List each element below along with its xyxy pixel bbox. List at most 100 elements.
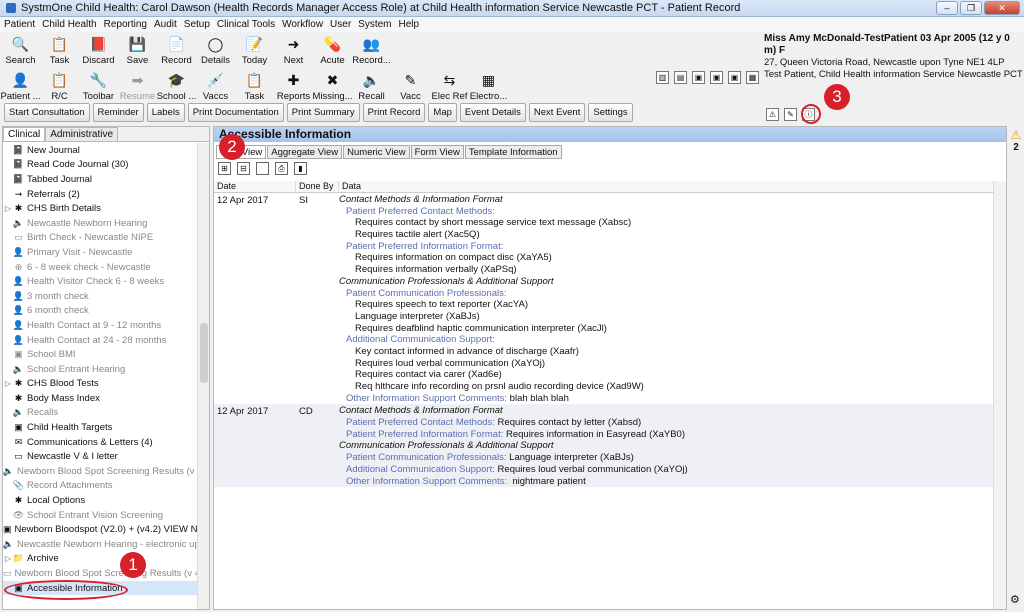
tree-item-school-entrant-vision-screening[interactable]: 👁 School Entrant Vision Screening bbox=[3, 508, 197, 523]
tree-item-newcastle-v-i-letter[interactable]: ▭ Newcastle V & I letter bbox=[3, 449, 197, 464]
tree-item-communications-letters-4[interactable]: ✉ Communications & Letters (4) bbox=[3, 435, 197, 450]
close-button[interactable]: ✕ bbox=[984, 1, 1020, 15]
toolbar-elec-ref-button[interactable]: ⇆ Elec Ref bbox=[430, 69, 469, 105]
toolbar-task-button[interactable]: 📋 Task bbox=[40, 33, 79, 69]
box3-icon[interactable]: ▣ bbox=[728, 71, 741, 84]
table-row[interactable]: 12 Apr 2017 SI Contact Methods & Informati… bbox=[214, 193, 994, 404]
tab-form-view[interactable]: Form View bbox=[410, 145, 464, 159]
menu-audit[interactable]: Audit bbox=[154, 19, 177, 30]
tree-item-newborn-blood-spot-screening-results-v-4[interactable]: 🔈 Newborn Blood Spot Screening Results (v… bbox=[3, 464, 197, 479]
warning-icon[interactable]: ⚠ bbox=[1008, 128, 1024, 142]
tab-aggregate-view[interactable]: Aggregate View bbox=[267, 145, 343, 159]
toolbar-next-button[interactable]: ➜ Next bbox=[274, 33, 313, 69]
print-documentation-button[interactable]: Print Documentation bbox=[187, 103, 284, 122]
column-data[interactable]: Data bbox=[339, 181, 994, 192]
expand-arrow-icon[interactable]: ▷ bbox=[3, 554, 13, 563]
maximize-button[interactable]: ❐ bbox=[960, 1, 982, 15]
pdf-icon[interactable]: ▤ bbox=[674, 71, 687, 84]
tree-item-chs-birth-details[interactable]: ▷ ✱ CHS Birth Details bbox=[3, 201, 197, 216]
toolbar-recall-button[interactable]: 🔈 Recall bbox=[352, 69, 391, 105]
next-event-button[interactable]: Next Event bbox=[528, 103, 586, 122]
column-date[interactable]: Date bbox=[214, 181, 296, 192]
tree-item-chs-blood-tests[interactable]: ▷ ✱ CHS Blood Tests bbox=[3, 377, 197, 392]
tree-item-school-entrant-hearing[interactable]: 🔈 School Entrant Hearing bbox=[3, 362, 197, 377]
tree-item-primary-visit-newcastle[interactable]: 👤 Primary Visit - Newcastle bbox=[3, 245, 197, 260]
menu-clinical-tools[interactable]: Clinical Tools bbox=[217, 19, 275, 30]
tree-item-health-contact-at-24-28-months[interactable]: 👤 Health Contact at 24 - 28 months bbox=[3, 333, 197, 348]
warning-flag-icon[interactable]: ⚠ bbox=[766, 108, 779, 121]
tab-numeric-view[interactable]: Numeric View bbox=[343, 145, 410, 159]
menu-workflow[interactable]: Workflow bbox=[282, 19, 323, 30]
tree-item-child-health-targets[interactable]: ▣ Child Health Targets bbox=[3, 420, 197, 435]
tree-item-6-8-week-check-newcastle[interactable]: ⊕ 6 - 8 week check - Newcastle bbox=[3, 260, 197, 275]
tree-item-new-journal[interactable]: 📓 New Journal bbox=[3, 143, 197, 158]
toolbar-toolbar-button[interactable]: 🔧 Toolbar bbox=[79, 69, 118, 105]
toolbar-school-button[interactable]: 🎓 School ... bbox=[157, 69, 197, 105]
tree-scrollbar-thumb[interactable] bbox=[200, 323, 208, 383]
tree-item-newcastle-newborn-hearing-electronic-upl[interactable]: 🔈 Newcastle Newborn Hearing - electronic … bbox=[3, 537, 197, 552]
print-record-button[interactable]: Print Record bbox=[362, 103, 426, 122]
record-scrollbar[interactable] bbox=[993, 181, 1006, 609]
print-icon[interactable]: ⎙ bbox=[275, 162, 288, 175]
column-done-by[interactable]: Done By bbox=[296, 181, 339, 192]
toolbar-vaccs-button[interactable]: 💉 Vaccs bbox=[196, 69, 235, 105]
toolbar-task-button[interactable]: 📋 Task bbox=[235, 69, 274, 105]
expand-arrow-icon[interactable]: ▷ bbox=[3, 204, 13, 213]
start-consultation-button[interactable]: Start Consultation bbox=[4, 103, 90, 122]
tree-item-referrals-2[interactable]: ➞ Referrals (2) bbox=[3, 187, 197, 202]
box2-icon[interactable]: ▣ bbox=[710, 71, 723, 84]
toolbar-today-button[interactable]: 📝 Today bbox=[235, 33, 274, 69]
toolbar-vacc-button[interactable]: ✎ Vacc bbox=[391, 69, 430, 105]
toolbar-r-c-button[interactable]: 📋 R/C bbox=[40, 69, 79, 105]
tree-item-archive[interactable]: ▷ 📁 Archive bbox=[3, 552, 197, 567]
tree-item-newcastle-newborn-hearing[interactable]: 🔈 Newcastle Newborn Hearing bbox=[3, 216, 197, 231]
tree-item-school-bmi[interactable]: ▣ School BMI bbox=[3, 347, 197, 362]
menu-system[interactable]: System bbox=[358, 19, 391, 30]
toolbar-acute-button[interactable]: 💊 Acute bbox=[313, 33, 352, 69]
box-icon[interactable]: ▣ bbox=[692, 71, 705, 84]
print-summary-button[interactable]: Print Summary bbox=[286, 103, 360, 122]
reminder-button[interactable]: Reminder bbox=[92, 103, 144, 122]
tree-item-3-month-check[interactable]: 👤 3 month check bbox=[3, 289, 197, 304]
menu-reporting[interactable]: Reporting bbox=[104, 19, 147, 30]
toolbar-patient-button[interactable]: 👤 Patient ... bbox=[0, 69, 40, 105]
toolbar-missing-button[interactable]: ✖ Missing... bbox=[312, 69, 352, 105]
toolbar-reports-button[interactable]: ✚ Reports bbox=[274, 69, 313, 105]
expand-icon[interactable]: ⊞ bbox=[218, 162, 231, 175]
menu-child-health[interactable]: Child Health bbox=[42, 19, 96, 30]
tree-item-local-options[interactable]: ✱ Local Options bbox=[3, 493, 197, 508]
menu-setup[interactable]: Setup bbox=[184, 19, 210, 30]
menu-patient[interactable]: Patient bbox=[4, 19, 35, 30]
toolbar-save-button[interactable]: 💾 Save bbox=[118, 33, 157, 69]
toolbar-record-button[interactable]: 👥 Record... bbox=[352, 33, 391, 69]
toolbar-discard-button[interactable]: 📕 Discard bbox=[79, 33, 118, 69]
map-button[interactable]: Map bbox=[428, 103, 457, 122]
tree-item-newborn-blood-spot-screening-results-v-4[interactable]: ▭Newborn Blood Spot Screening Results (v… bbox=[3, 566, 197, 581]
labels-button[interactable]: Labels bbox=[146, 103, 185, 122]
settings-icon[interactable]: ⚙ bbox=[1010, 593, 1020, 606]
grid-icon[interactable]: ▦ bbox=[746, 71, 759, 84]
tree-item-newborn-bloodspot-v2-0-v4-2-view-new[interactable]: ▣ Newborn Bloodspot (V2.0) + (v4.2) VIEW … bbox=[3, 522, 197, 537]
menu-help[interactable]: Help bbox=[399, 19, 420, 30]
settings-button[interactable]: Settings bbox=[588, 103, 633, 122]
toolbar-search-button[interactable]: 🔍 Search bbox=[1, 33, 40, 69]
tree-item-recalls[interactable]: 🔈 Recalls bbox=[3, 406, 197, 421]
tree-item-birth-check-newcastle-nipe[interactable]: ▭ Birth Check - Newcastle NIPE bbox=[3, 231, 197, 246]
toolbar-resume-button[interactable]: ➡ Resume bbox=[118, 69, 157, 105]
tree-item-tabbed-journal[interactable]: 📓 Tabbed Journal bbox=[3, 172, 197, 187]
pen-icon[interactable]: ✎ bbox=[784, 108, 797, 121]
minimize-button[interactable]: ‒ bbox=[936, 1, 958, 15]
tab-clinical[interactable]: Clinical bbox=[3, 127, 46, 141]
toolbar-details-button[interactable]: ◯ Details bbox=[196, 33, 235, 69]
tree-item-6-month-check[interactable]: 👤 6 month check bbox=[3, 304, 197, 319]
tree-item-health-visitor-check-6-8-weeks[interactable]: 👤 Health Visitor Check 6 - 8 weeks bbox=[3, 274, 197, 289]
table-row[interactable]: 12 Apr 2017 CD Contact Methods & Informati… bbox=[214, 404, 994, 488]
tree-item-health-contact-at-9-12-months[interactable]: 👤 Health Contact at 9 - 12 months bbox=[3, 318, 197, 333]
chart-icon[interactable]: ▥ bbox=[656, 71, 669, 84]
tree-item-record-attachments[interactable]: 📎 Record Attachments bbox=[3, 479, 197, 494]
expand-arrow-icon[interactable]: ▷ bbox=[3, 379, 13, 388]
tab-template-information[interactable]: Template Information bbox=[464, 145, 562, 159]
tree-item-read-code-journal-30[interactable]: 📓 Read Code Journal (30) bbox=[3, 158, 197, 173]
collapse-icon[interactable]: ⊟ bbox=[237, 162, 250, 175]
tree-scrollbar[interactable] bbox=[197, 143, 209, 609]
